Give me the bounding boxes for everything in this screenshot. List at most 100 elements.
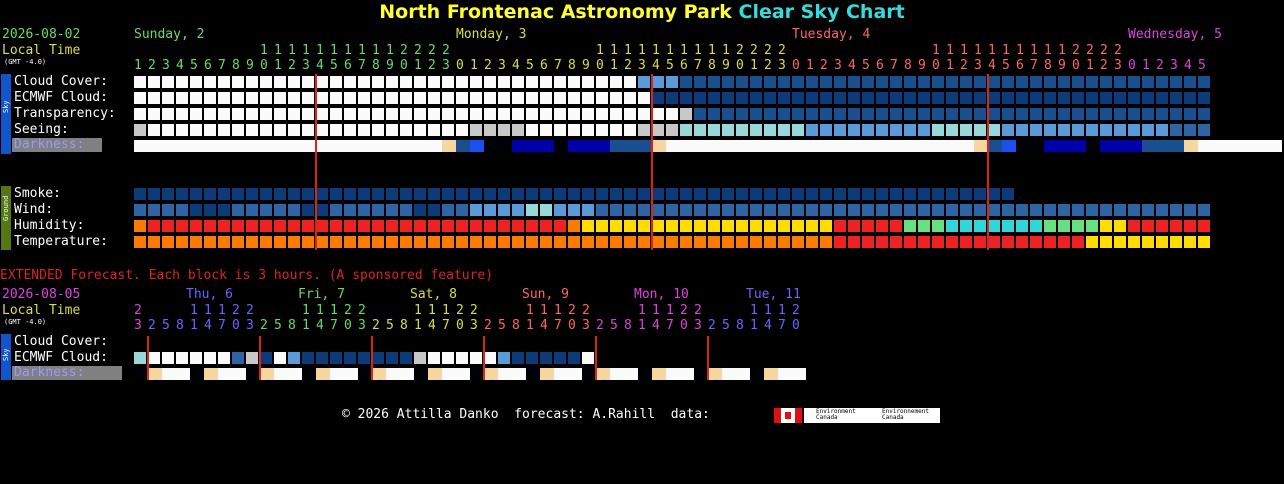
ecmwf-cloud-block: [1058, 92, 1070, 104]
ecmwf-cloud-block: [148, 92, 160, 104]
cloud-cover-block: [344, 76, 356, 88]
darkness-block: [834, 140, 848, 152]
seeing-block: [484, 124, 496, 136]
cloud-cover-block: [890, 76, 902, 88]
transparency-block: [232, 108, 244, 120]
cloud-cover-block: [316, 76, 328, 88]
darkness-block: [232, 140, 246, 152]
smoke-block: [302, 188, 314, 200]
ecmwf-cloud-block: [988, 92, 1000, 104]
darkness-block: [414, 140, 428, 152]
wind-block: [666, 204, 678, 216]
cloud-cover-block: [428, 76, 440, 88]
transparency-block: [302, 108, 314, 120]
ext-darkness-block: [148, 368, 162, 380]
ext-darkness-block: [274, 368, 288, 380]
humidity-block: [1142, 220, 1154, 232]
transparency-block: [806, 108, 818, 120]
darkness-block: [876, 140, 890, 152]
wind-block: [330, 204, 342, 216]
humidity-block: [862, 220, 874, 232]
cloud-cover-block: [862, 76, 874, 88]
ext-cloud-block: [344, 352, 356, 364]
ext-cloud-block: [218, 352, 230, 364]
seeing-block: [372, 124, 384, 136]
seeing-block: [1184, 124, 1196, 136]
cloud-cover-block: [1002, 76, 1014, 88]
ecmwf-cloud-block: [1100, 92, 1112, 104]
wind-block: [1030, 204, 1042, 216]
seeing-block: [1044, 124, 1056, 136]
seeing-block: [246, 124, 258, 136]
ecmwf-cloud-block: [1072, 92, 1084, 104]
darkness-block: [288, 140, 302, 152]
ecmwf-cloud-block: [932, 92, 944, 104]
cloud-cover-block: [148, 76, 160, 88]
temperature-block: [890, 236, 902, 248]
ecmwf-cloud-block: [890, 92, 902, 104]
ext-cloud-block: [232, 352, 244, 364]
ext-darkness-block: [736, 368, 750, 380]
humidity-block: [1058, 220, 1070, 232]
transparency-block: [834, 108, 846, 120]
darkness-block: [1268, 140, 1282, 152]
seeing-block: [820, 124, 832, 136]
humidity-block: [512, 220, 524, 232]
transparency-block: [1058, 108, 1070, 120]
ext-cloud-block: [400, 352, 412, 364]
temperature-block: [1170, 236, 1182, 248]
humidity-block: [708, 220, 720, 232]
ecmwf-cloud-block: [386, 92, 398, 104]
wind-block: [568, 204, 580, 216]
darkness-block: [442, 140, 456, 152]
cloud-cover-block: [778, 76, 790, 88]
smoke-block: [932, 188, 944, 200]
darkness-block: [932, 140, 946, 152]
wind-block: [540, 204, 552, 216]
cloud-cover-block: [162, 76, 174, 88]
humidity-block: [792, 220, 804, 232]
cloud-cover-block: [848, 76, 860, 88]
humidity-block: [722, 220, 734, 232]
transparency-block: [260, 108, 272, 120]
cloud-cover-block: [722, 76, 734, 88]
seeing-block: [176, 124, 188, 136]
transparency-block: [162, 108, 174, 120]
transparency-block: [960, 108, 972, 120]
transparency-block: [400, 108, 412, 120]
humidity-block: [806, 220, 818, 232]
smoke-block: [792, 188, 804, 200]
cloud-cover-block: [554, 76, 566, 88]
ecmwf-cloud-block: [442, 92, 454, 104]
wind-block: [694, 204, 706, 216]
ext-darkness-block: [764, 368, 778, 380]
cloud-cover-block: [274, 76, 286, 88]
seeing-block: [1030, 124, 1042, 136]
ext-cloud-block: [148, 352, 160, 364]
seeing-block: [610, 124, 622, 136]
temperature-block: [526, 236, 538, 248]
ecmwf-cloud-block: [176, 92, 188, 104]
darkness-block: [484, 140, 498, 152]
ext-cloud-block: [204, 352, 216, 364]
seeing-block: [442, 124, 454, 136]
ecmwf-cloud-block: [862, 92, 874, 104]
ecmwf-cloud-block: [1030, 92, 1042, 104]
temperature-block: [820, 236, 832, 248]
humidity-block: [554, 220, 566, 232]
seeing-block: [498, 124, 510, 136]
wind-block: [400, 204, 412, 216]
smoke-block: [316, 188, 328, 200]
temperature-block: [778, 236, 790, 248]
temperature-block: [1016, 236, 1028, 248]
transparency-block: [582, 108, 594, 120]
darkness-block: [260, 140, 274, 152]
darkness-block: [918, 140, 932, 152]
smoke-block: [344, 188, 356, 200]
ecmwf-cloud-block: [344, 92, 356, 104]
cloud-cover-block: [582, 76, 594, 88]
smoke-block: [750, 188, 762, 200]
transparency-block: [876, 108, 888, 120]
humidity-block: [540, 220, 552, 232]
wind-block: [1044, 204, 1056, 216]
